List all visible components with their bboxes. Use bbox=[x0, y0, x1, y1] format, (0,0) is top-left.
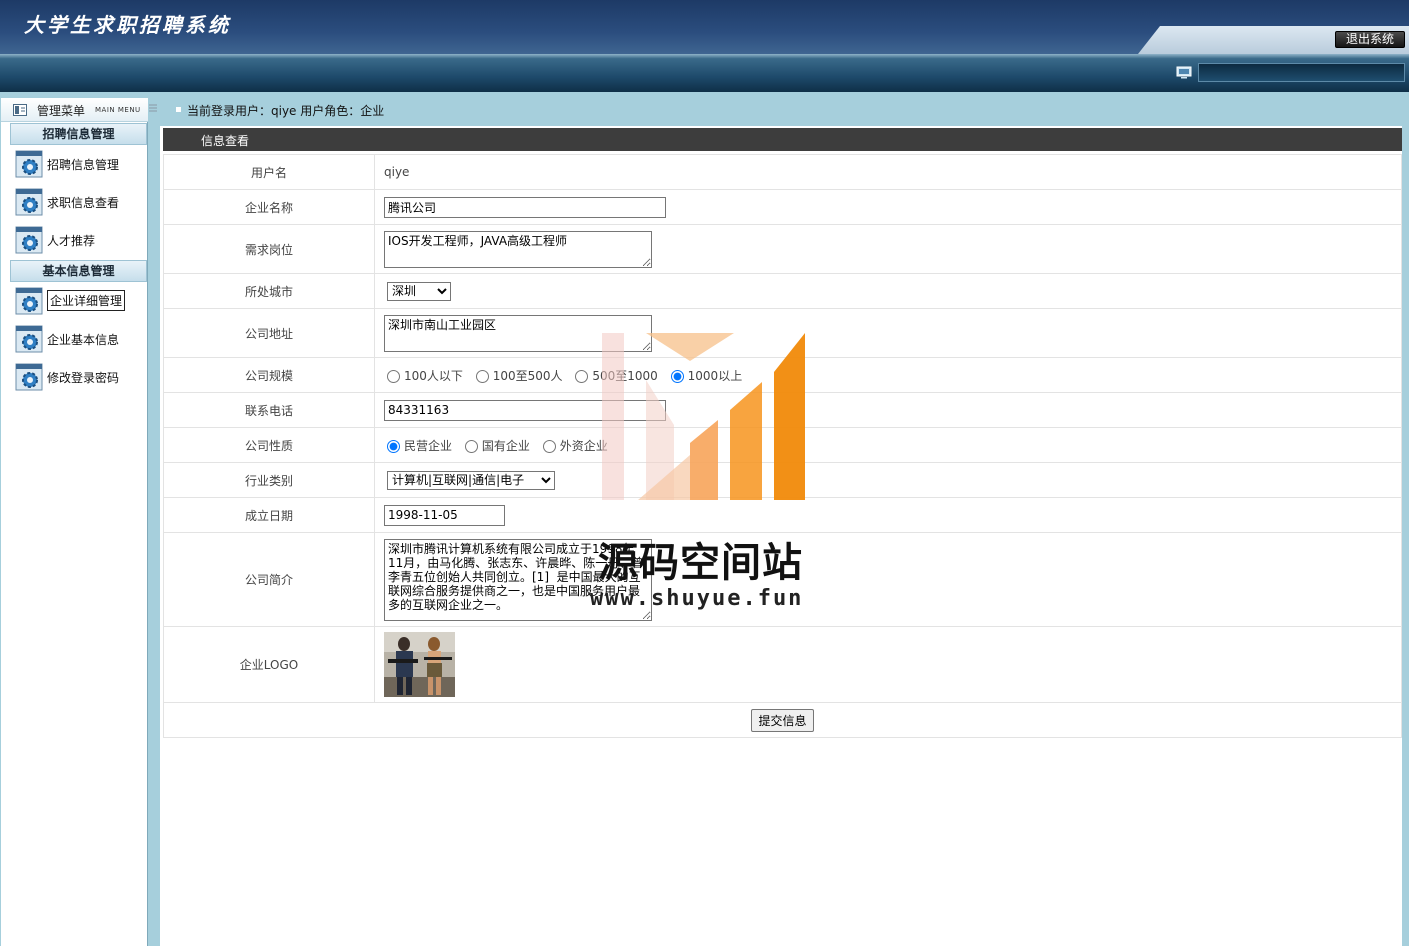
scale-option-4[interactable]: 1000以上 bbox=[668, 368, 743, 383]
sidebar-item-jobseek-view[interactable]: 求职信息查看 bbox=[15, 188, 143, 218]
founded-date-input[interactable] bbox=[384, 504, 505, 526]
phone-input[interactable] bbox=[384, 399, 666, 421]
sidebar-item-label: 人才推荐 bbox=[47, 234, 96, 248]
app-title: 大学生求职招聘系统 bbox=[24, 13, 231, 37]
info-form: 用户名 qiye 企业名称 需求岗位 IOS开发工程师，JAVA高级工程师 所处… bbox=[163, 154, 1402, 738]
sidebar-item-label: 招聘信息管理 bbox=[47, 158, 120, 172]
scale-radio-group: 100人以下 100至500人 500至1000 1000以上 bbox=[374, 357, 1402, 393]
scale-option-1[interactable]: 100人以下 bbox=[384, 369, 463, 383]
form-row-company-name: 企业名称 bbox=[163, 189, 1402, 225]
radio-label: 100至500人 bbox=[492, 368, 563, 383]
field-label: 用户名 bbox=[163, 154, 375, 190]
scale-radio[interactable] bbox=[387, 369, 400, 383]
field-label: 公司性质 bbox=[163, 427, 375, 463]
logout-button[interactable]: 退出系统 bbox=[1335, 31, 1405, 48]
nature-option-2[interactable]: 国有企业 bbox=[462, 439, 530, 453]
field-label: 行业类别 bbox=[163, 462, 375, 498]
sidebar-item-change-password[interactable]: 修改登录密码 bbox=[15, 363, 143, 393]
submit-button[interactable]: 提交信息 bbox=[751, 708, 814, 732]
field-label: 所处城市 bbox=[163, 273, 375, 309]
panel-title-bar bbox=[163, 128, 1402, 151]
radio-label: 民营企业 bbox=[404, 438, 453, 453]
field-label: 公司简介 bbox=[163, 532, 375, 627]
form-row-founded: 成立日期 bbox=[163, 497, 1402, 533]
sidebar-item-label: 企业基本信息 bbox=[47, 333, 120, 347]
sidebar-header: 管理菜单 MAIN MENU bbox=[1, 98, 157, 122]
nature-radio[interactable] bbox=[464, 439, 478, 453]
sidebar-item-label: 修改登录密码 bbox=[47, 371, 120, 385]
gear-icon bbox=[15, 325, 43, 353]
field-label: 成立日期 bbox=[163, 497, 375, 533]
menu-icon bbox=[13, 104, 27, 116]
monitor-icon bbox=[1176, 66, 1192, 79]
scale-radio[interactable] bbox=[575, 369, 589, 383]
field-label: 企业名称 bbox=[163, 189, 375, 225]
form-row-username: 用户名 qiye bbox=[163, 154, 1402, 190]
form-row-industry: 行业类别 计算机|互联网|通信|电子 bbox=[163, 462, 1402, 498]
radio-label: 外资企业 bbox=[559, 438, 608, 453]
panel-frame-edge bbox=[1402, 126, 1409, 946]
radio-label: 1000以上 bbox=[687, 368, 743, 383]
sidebar-item-company-basic[interactable]: 企业基本信息 bbox=[15, 325, 143, 355]
menu-subtitle: MAIN MENU bbox=[95, 106, 141, 114]
scale-option-3[interactable]: 500至1000 bbox=[572, 368, 658, 383]
sidebar-item-label: 求职信息查看 bbox=[47, 196, 120, 210]
city-select[interactable]: 深圳 bbox=[387, 281, 451, 301]
radio-label: 国有企业 bbox=[481, 438, 530, 453]
nature-option-1[interactable]: 民营企业 bbox=[384, 439, 452, 453]
scale-radio[interactable] bbox=[475, 369, 489, 383]
nature-radio-group: 民营企业 国有企业 外资企业 bbox=[374, 427, 1402, 463]
gear-icon bbox=[15, 287, 43, 315]
company-name-input[interactable] bbox=[384, 196, 666, 218]
form-row-submit: 提交信息 bbox=[163, 702, 1402, 738]
section-recruit[interactable]: 招聘信息管理 bbox=[10, 123, 147, 145]
sidebar-item-company-detail[interactable]: 企业详细管理 bbox=[15, 287, 143, 317]
form-row-positions: 需求岗位 IOS开发工程师，JAVA高级工程师 bbox=[163, 224, 1402, 274]
radio-label: 100人以下 bbox=[404, 368, 463, 383]
menu-title: 管理菜单 bbox=[37, 104, 86, 118]
gear-icon bbox=[15, 363, 43, 391]
username-value: qiye bbox=[374, 154, 1402, 190]
form-row-nature: 公司性质 民营企业 国有企业 外资企业 bbox=[163, 427, 1402, 463]
scale-radio[interactable] bbox=[670, 369, 684, 383]
company-logo-image bbox=[384, 632, 455, 697]
field-label: 公司规模 bbox=[163, 357, 375, 393]
industry-select[interactable]: 计算机|互联网|通信|电子 bbox=[387, 470, 555, 490]
status-field bbox=[1198, 63, 1405, 82]
address-textarea[interactable]: 深圳市南山工业园区 bbox=[384, 314, 652, 352]
gear-icon bbox=[15, 150, 43, 178]
breadcrumb: 当前登录用户：qiye 用户角色：企业 bbox=[187, 104, 385, 118]
form-row-phone: 联系电话 bbox=[163, 392, 1402, 428]
gear-icon bbox=[15, 226, 43, 254]
watermark-title: 源码空间站 bbox=[598, 540, 803, 586]
sidebar: 管理菜单 MAIN MENU 招聘信息管理 招聘信息管理 求职信息查看 人才推荐… bbox=[1, 98, 157, 946]
section-basic-info[interactable]: 基本信息管理 bbox=[10, 260, 147, 282]
field-label: 联系电话 bbox=[163, 392, 375, 428]
sidebar-item-recruit-manage[interactable]: 招聘信息管理 bbox=[15, 150, 143, 180]
gear-icon bbox=[15, 188, 43, 216]
form-row-city: 所处城市 深圳 bbox=[163, 273, 1402, 309]
nature-radio[interactable] bbox=[542, 439, 556, 453]
bullet-icon bbox=[176, 107, 181, 112]
form-row-logo: 企业LOGO bbox=[163, 626, 1402, 703]
top-header: 大学生求职招聘系统 退出系统 bbox=[0, 0, 1409, 54]
radio-label: 500至1000 bbox=[592, 368, 658, 383]
nature-radio[interactable] bbox=[387, 439, 400, 453]
sidebar-item-talent-recommend[interactable]: 人才推荐 bbox=[15, 226, 143, 256]
nature-option-3[interactable]: 外资企业 bbox=[540, 439, 608, 453]
field-label: 需求岗位 bbox=[163, 224, 375, 274]
positions-textarea[interactable]: IOS开发工程师，JAVA高级工程师 bbox=[384, 230, 652, 268]
field-label: 公司地址 bbox=[163, 308, 375, 358]
scale-option-2[interactable]: 100至500人 bbox=[473, 369, 563, 383]
form-row-address: 公司地址 深圳市南山工业园区 bbox=[163, 308, 1402, 358]
form-row-scale: 公司规模 100人以下 100至500人 500至1000 1000以上 bbox=[163, 357, 1402, 393]
collapse-icon[interactable] bbox=[148, 103, 158, 115]
watermark-url: www.shuyue.fun bbox=[590, 586, 804, 611]
panel-title: 信息查看 bbox=[201, 134, 250, 148]
sidebar-item-label: 企业详细管理 bbox=[47, 290, 126, 311]
field-label: 企业LOGO bbox=[163, 626, 375, 703]
